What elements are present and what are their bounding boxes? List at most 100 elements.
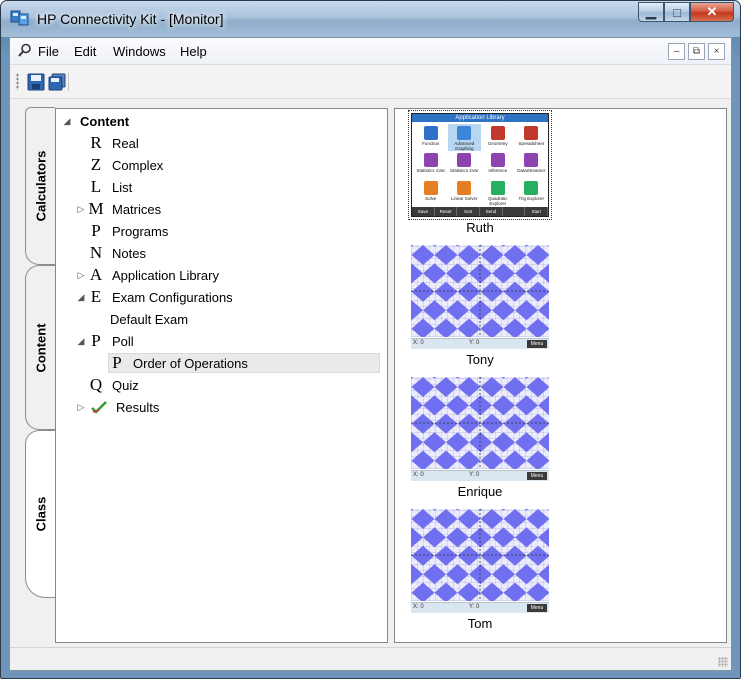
- mdi-restore-button[interactable]: ⧉: [688, 43, 705, 60]
- app-label: Statistics 1Var: [416, 168, 445, 174]
- tree-item-label: Real: [112, 135, 139, 151]
- app-tile: Geometry: [481, 124, 515, 151]
- collapse-icon[interactable]: ◢: [74, 336, 88, 347]
- content-type-icon: R: [90, 133, 102, 152]
- softkey: Sort: [457, 207, 481, 216]
- calculator-screen-thumbnail[interactable]: Application Library Function Advanced Grap…: [408, 110, 552, 220]
- calculator-screen-thumbnail[interactable]: X: 0 Y: 0 Menu: [411, 245, 549, 349]
- tree-item[interactable]: L List: [74, 177, 132, 197]
- resize-grip[interactable]: [718, 657, 728, 667]
- student-screen[interactable]: Application Library Function Advanced Grap…: [408, 110, 552, 235]
- app-label: Inference: [488, 168, 508, 174]
- content-type-icon: N: [89, 243, 103, 262]
- content-type-icon: Z: [90, 155, 102, 174]
- collapse-icon[interactable]: ◢: [60, 116, 74, 127]
- expand-icon[interactable]: ▷: [74, 270, 88, 281]
- tree-item-label: Notes: [112, 245, 146, 261]
- tree-item[interactable]: P Order of Operations: [108, 353, 380, 373]
- tree-root-label: Content: [80, 113, 130, 129]
- y-coordinate: Y: 0: [469, 340, 480, 346]
- menu-softkey: Menu: [527, 604, 547, 612]
- toolbar-grip[interactable]: [16, 73, 19, 90]
- tree-item[interactable]: ◢ P Poll: [74, 331, 134, 351]
- app-icon: [490, 153, 505, 168]
- app-label: Trig Explorer: [518, 195, 545, 201]
- tab-calculators[interactable]: Calculators: [25, 107, 55, 265]
- calculator-screen-thumbnail[interactable]: X: 0 Y: 0 Menu: [411, 509, 549, 613]
- tree-item[interactable]: ▷ Results: [74, 397, 160, 417]
- tree-item-label: Application Library: [112, 267, 219, 283]
- app-window: HP Connectivity Kit - [Monitor] ▁ □ ✕ Fi…: [0, 0, 741, 679]
- tree-item-label: Complex: [112, 157, 164, 173]
- tree-item[interactable]: Default Exam: [110, 309, 188, 329]
- collapse-icon[interactable]: ◢: [74, 292, 88, 303]
- student-name: Enrique: [457, 484, 503, 499]
- mdi-minimize-button[interactable]: –: [668, 43, 685, 60]
- checker-pattern: [411, 377, 549, 469]
- app-icon: [423, 153, 438, 168]
- window-title: HP Connectivity Kit - [Monitor]: [37, 11, 224, 27]
- app-tile: Statistics 1Var: [414, 151, 448, 178]
- tree-item[interactable]: P Programs: [74, 221, 168, 241]
- menu-edit[interactable]: Edit: [74, 44, 96, 59]
- content-type-icon: M: [88, 199, 104, 218]
- app-label: Function: [422, 141, 440, 146]
- tab-class-label: Class: [33, 496, 49, 532]
- expand-icon[interactable]: ▷: [74, 402, 88, 413]
- app-label: Advanced Graphing: [454, 141, 475, 151]
- app-label: DataStreamer: [517, 168, 546, 174]
- search-icon[interactable]: [18, 43, 32, 57]
- graph-footer: X: 0 Y: 0 Menu: [411, 602, 549, 613]
- softkey: Send: [480, 207, 503, 216]
- tab-class[interactable]: Class: [25, 430, 56, 598]
- student-screen[interactable]: X: 0 Y: 0 Menu Enrique: [411, 377, 549, 499]
- checkmark-icon: [91, 401, 107, 414]
- close-button[interactable]: ✕: [690, 2, 734, 22]
- tree-root-content[interactable]: ◢ Content: [60, 111, 130, 131]
- content-type-icon: Q: [89, 375, 103, 394]
- tree-item[interactable]: N Notes: [74, 243, 146, 263]
- tree-item[interactable]: R Real: [74, 133, 139, 153]
- tree-item[interactable]: Z Complex: [74, 155, 164, 175]
- maximize-button[interactable]: □: [664, 2, 690, 22]
- content-tree: ◢ Content R Real Z Complex L List ▷ M Matrices P P…: [55, 108, 388, 643]
- tree-item[interactable]: ▷ A Application Library: [74, 265, 219, 285]
- student-screen[interactable]: X: 0 Y: 0 Menu Tony: [411, 245, 549, 367]
- minimize-button[interactable]: ▁: [638, 2, 664, 22]
- app-icon: [524, 153, 539, 168]
- hp-connectivity-kit-icon: [10, 10, 29, 26]
- app-icon: [423, 126, 438, 140]
- tree-item-label: Programs: [112, 223, 169, 239]
- app-tile: Spreadsheet: [515, 124, 549, 151]
- tree-item-label: Poll: [112, 333, 134, 349]
- menu-file[interactable]: File: [38, 44, 59, 59]
- save-icon[interactable]: [27, 73, 45, 91]
- x-coordinate: X: 0: [413, 472, 424, 478]
- graph-footer: X: 0 Y: 0 Menu: [411, 470, 549, 481]
- app-label: Linear Solver: [450, 195, 478, 201]
- mdi-close-button[interactable]: ×: [708, 43, 725, 60]
- expand-icon[interactable]: ▷: [74, 204, 88, 215]
- app-icon: [423, 180, 438, 195]
- application-library-title: Application Library: [412, 114, 548, 122]
- tree-item-label: Matrices: [112, 201, 162, 217]
- tree-item-label: Quiz: [112, 377, 139, 393]
- menu-windows[interactable]: Windows: [113, 44, 166, 59]
- student-screen[interactable]: X: 0 Y: 0 Menu Tom: [411, 509, 549, 631]
- calculator-screen-thumbnail[interactable]: X: 0 Y: 0 Menu: [411, 377, 549, 481]
- tree-item[interactable]: ◢ E Exam Configurations: [74, 287, 233, 307]
- application-library-screen: Application Library Function Advanced Grap…: [411, 113, 549, 217]
- tree-item[interactable]: Q Quiz: [74, 375, 139, 395]
- app-tile: Linear Solver: [448, 179, 482, 206]
- title-bar[interactable]: HP Connectivity Kit - [Monitor] ▁ □ ✕: [1, 1, 740, 37]
- checker-pattern: [411, 245, 549, 337]
- tree-item[interactable]: ▷ M Matrices: [74, 199, 162, 219]
- graph-screen: [411, 245, 549, 337]
- save-all-icon[interactable]: [48, 73, 66, 91]
- tree-item-label: Exam Configurations: [112, 289, 233, 305]
- graph-screen: [411, 509, 549, 601]
- tab-content[interactable]: Content: [25, 265, 55, 430]
- app-tile: Function: [414, 124, 448, 151]
- student-screens-panel: Application Library Function Advanced Grap…: [394, 108, 727, 643]
- menu-help[interactable]: Help: [180, 44, 207, 59]
